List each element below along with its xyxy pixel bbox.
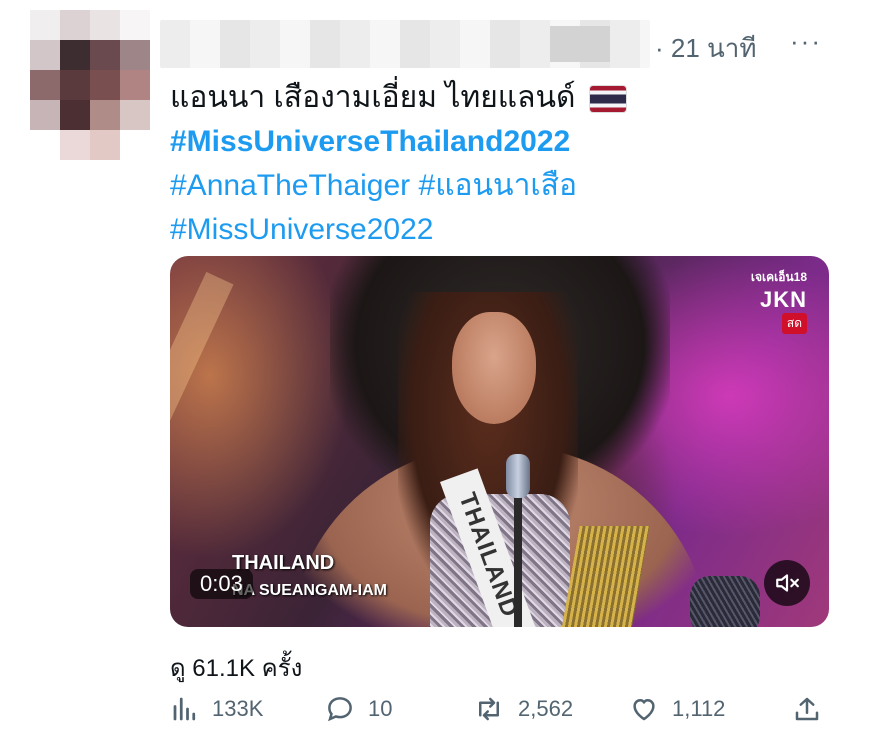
hashtag-missuniversethailand2022[interactable]: #MissUniverseThailand2022 bbox=[170, 125, 570, 158]
video-player[interactable]: THAILAND เจเคเอ็น18 JKN สด THAILAND NA S… bbox=[170, 256, 829, 627]
thailand-flag-icon bbox=[589, 86, 626, 113]
hashtag-annasuea[interactable]: #แอนนาเสือ bbox=[419, 169, 577, 202]
channel-name: เจเคเอ็น18 bbox=[750, 270, 807, 284]
video-contestant-face bbox=[452, 312, 536, 424]
channel-watermark: เจเคเอ็น18 JKN สด bbox=[751, 268, 807, 334]
reply-count: 10 bbox=[368, 696, 393, 721]
analytics-icon bbox=[173, 697, 196, 721]
analytics-count: 133K bbox=[212, 696, 264, 721]
channel-logo: JKN bbox=[751, 287, 807, 313]
live-badge: สด bbox=[781, 313, 807, 334]
retweet-icon bbox=[479, 697, 499, 721]
timestamp[interactable]: · 21 นาที bbox=[655, 28, 757, 69]
view-count: ดู 61.1K ครั้ง bbox=[170, 655, 303, 682]
tweet-actions: 133K 10 2,562 1,112 bbox=[170, 694, 830, 734]
heart-icon bbox=[633, 699, 655, 721]
tweet-line-1: แอนนา เสืองามเอี่ยม ไทยแลนด์ bbox=[170, 81, 576, 114]
retweet-button[interactable]: 2,562 bbox=[472, 694, 573, 724]
video-mic-stand bbox=[514, 476, 522, 627]
hashtag-annathethaiger[interactable]: #AnnaTheThaiger bbox=[170, 169, 410, 202]
reply-icon bbox=[328, 697, 352, 722]
share-button[interactable] bbox=[792, 694, 822, 724]
video-caption-name: NA SUEANGAM-IAM bbox=[232, 582, 387, 599]
username-blurred[interactable] bbox=[160, 20, 650, 68]
video-microphone bbox=[506, 454, 530, 498]
mute-button[interactable] bbox=[764, 560, 810, 606]
more-options-icon[interactable]: ··· bbox=[790, 26, 822, 57]
share-icon bbox=[795, 697, 819, 721]
video-glove bbox=[690, 576, 760, 627]
channel-logo-text: JKN bbox=[759, 287, 807, 312]
tweet-text: แอนนา เสืองามเอี่ยม ไทยแลนด์ #MissUniver… bbox=[170, 76, 830, 252]
retweet-count: 2,562 bbox=[518, 696, 574, 721]
speaker-muted-icon bbox=[776, 574, 799, 592]
reply-button[interactable]: 10 bbox=[324, 694, 392, 724]
avatar[interactable] bbox=[30, 10, 150, 160]
like-count: 1,112 bbox=[672, 696, 726, 721]
hashtag-missuniverse2022[interactable]: #MissUniverse2022 bbox=[170, 213, 433, 246]
video-duration: 0:03 bbox=[190, 569, 253, 599]
like-button[interactable]: 1,112 bbox=[628, 694, 725, 724]
analytics-button[interactable]: 133K bbox=[170, 694, 263, 724]
